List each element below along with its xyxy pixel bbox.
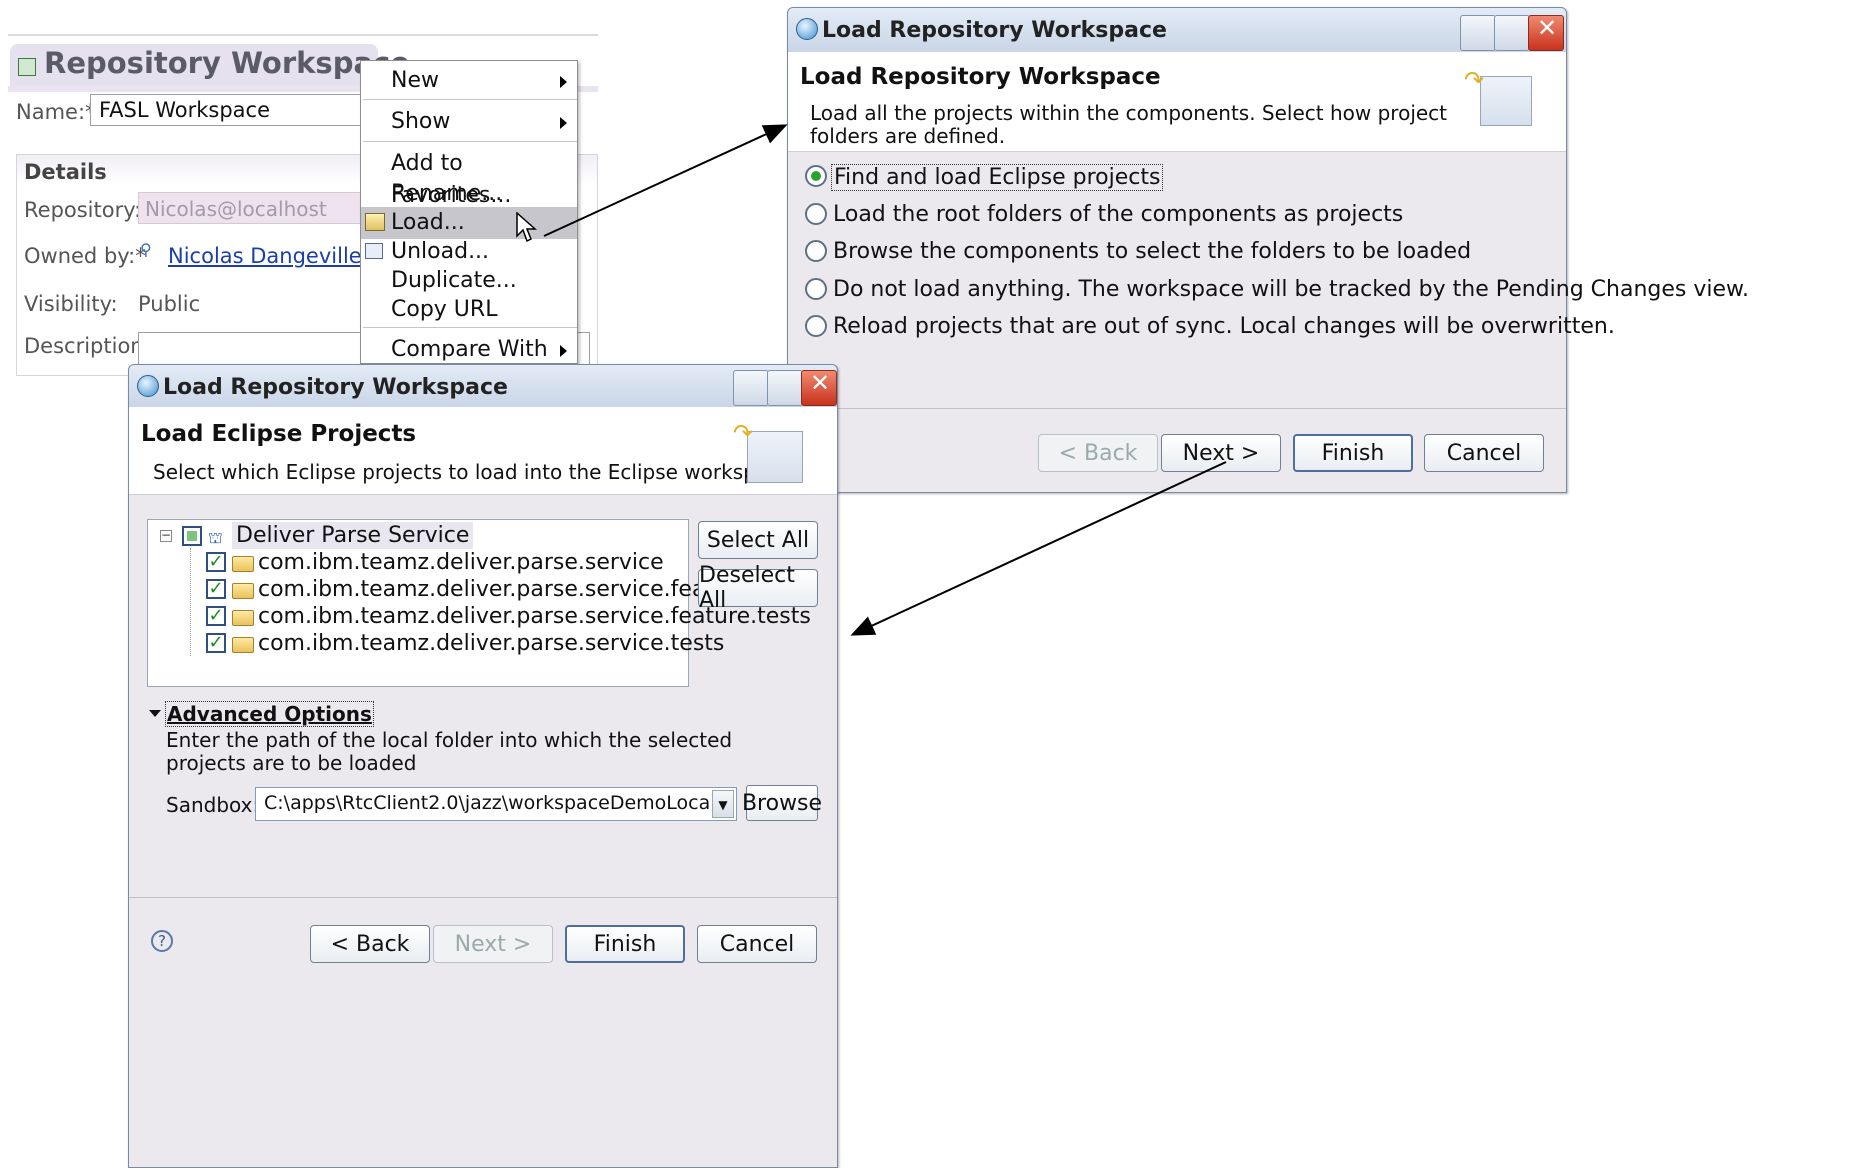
arrow-next-to-dialog <box>850 461 1227 636</box>
annotation-arrows <box>543 124 1227 636</box>
arrow-load-to-dialog <box>543 124 788 237</box>
